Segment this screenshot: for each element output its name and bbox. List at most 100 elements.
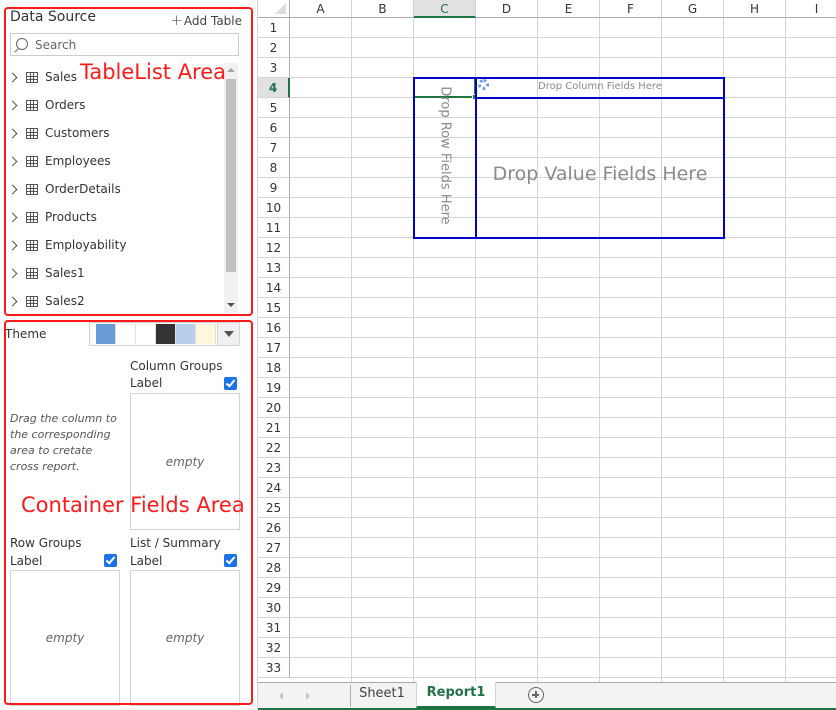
table-list-item[interactable]: Orders — [5, 91, 220, 119]
row-header[interactable]: 32 — [258, 638, 290, 658]
row-header[interactable]: 12 — [258, 238, 290, 258]
row-header[interactable]: 1 — [258, 18, 290, 38]
chevron-right-icon[interactable] — [7, 184, 18, 194]
spreadsheet-grid[interactable]: A B C D E F G H I 1 2 3 4 5 6 7 8 9 10 11 12 13 14 15 16 17 18 19 20… — [258, 0, 836, 682]
sheet-tab-sheet1[interactable]: Sheet1 — [353, 683, 411, 709]
column-header[interactable]: D — [476, 0, 538, 18]
chevron-right-icon[interactable] — [7, 240, 18, 250]
row-header[interactable]: 15 — [258, 298, 290, 318]
column-header[interactable]: A — [290, 0, 352, 18]
theme-picker[interactable] — [89, 322, 240, 346]
table-name: Orders — [45, 98, 86, 112]
row-header[interactable]: 11 — [258, 218, 290, 238]
chevron-right-icon[interactable] — [7, 212, 18, 222]
chevron-right-icon[interactable] — [7, 100, 18, 110]
theme-dropdown-arrow-icon[interactable] — [217, 323, 239, 345]
row-header[interactable]: 29 — [258, 578, 290, 598]
row-header[interactable]: 23 — [258, 458, 290, 478]
add-sheet-icon[interactable] — [528, 687, 544, 703]
theme-swatch[interactable] — [136, 324, 156, 344]
table-search-input[interactable] — [35, 36, 235, 54]
row-header[interactable]: 31 — [258, 618, 290, 638]
sheet-tab-report1[interactable]: Report1 — [416, 682, 496, 708]
report-designer: Data Source +Add Table Sales Orders Custom… — [0, 0, 836, 710]
chevron-right-icon[interactable] — [7, 72, 18, 82]
row-header[interactable]: 5 — [258, 98, 290, 118]
chevron-right-icon[interactable] — [7, 268, 18, 278]
row-header[interactable]: 30 — [258, 598, 290, 618]
row-header[interactable]: 22 — [258, 438, 290, 458]
scroll-up-arrow-icon[interactable] — [227, 68, 235, 72]
row-header[interactable]: 13 — [258, 258, 290, 278]
list-summary-drop-area[interactable]: empty — [130, 570, 240, 706]
theme-swatch[interactable] — [196, 324, 216, 344]
sheet-tab-bar: Sheet1 Report1 — [258, 682, 836, 710]
table-list-item[interactable]: Employees — [5, 147, 220, 175]
table-icon — [26, 99, 38, 111]
row-header[interactable]: 21 — [258, 418, 290, 438]
list-summary-label-checkbox[interactable] — [224, 554, 237, 567]
table-icon — [26, 155, 38, 167]
column-groups-empty-text: empty — [165, 455, 205, 469]
row-header[interactable]: 18 — [258, 358, 290, 378]
column-header[interactable]: F — [600, 0, 662, 18]
table-list-item[interactable]: Products — [5, 203, 220, 231]
table-list-item[interactable]: Sales2 — [5, 287, 220, 313]
row-header[interactable]: 9 — [258, 178, 290, 198]
chevron-right-icon[interactable] — [7, 296, 18, 306]
container-fields-area-annotation: Container Fields Area — [21, 493, 245, 517]
select-all-corner[interactable] — [258, 0, 290, 18]
table-list-item[interactable]: Employability — [5, 231, 220, 259]
table-search-box[interactable] — [10, 33, 239, 56]
row-header[interactable]: 28 — [258, 558, 290, 578]
theme-swatch[interactable] — [156, 324, 176, 344]
add-table-button[interactable]: +Add Table — [170, 11, 242, 29]
column-header[interactable]: B — [352, 0, 414, 18]
column-header[interactable]: G — [662, 0, 724, 18]
row-header[interactable]: 24 — [258, 478, 290, 498]
row-header[interactable]: 3 — [258, 58, 290, 78]
row-groups-drop-area[interactable]: empty — [10, 570, 120, 706]
row-header[interactable]: 17 — [258, 338, 290, 358]
scrollbar-thumb[interactable] — [226, 79, 236, 272]
row-header[interactable]: 6 — [258, 118, 290, 138]
row-header[interactable]: 19 — [258, 378, 290, 398]
chevron-right-icon[interactable] — [7, 156, 18, 166]
next-sheet-arrow-icon[interactable] — [306, 692, 310, 700]
column-header[interactable]: E — [538, 0, 600, 18]
row-header[interactable]: 4 — [258, 78, 290, 98]
row-header[interactable]: 33 — [258, 658, 290, 678]
table-name: OrderDetails — [45, 182, 121, 196]
row-header[interactable]: 8 — [258, 158, 290, 178]
scroll-down-arrow-icon[interactable] — [227, 303, 235, 307]
row-header[interactable]: 16 — [258, 318, 290, 338]
table-list-item[interactable]: Sales1 — [5, 259, 220, 287]
row-header[interactable]: 2 — [258, 38, 290, 58]
column-header[interactable]: H — [724, 0, 786, 18]
chevron-right-icon[interactable] — [7, 128, 18, 138]
row-header[interactable]: 25 — [258, 498, 290, 518]
prev-sheet-arrow-icon[interactable] — [279, 692, 283, 700]
row-header[interactable]: 26 — [258, 518, 290, 538]
table-list-item[interactable]: OrderDetails — [5, 175, 220, 203]
table-icon — [26, 71, 38, 83]
row-header[interactable]: 20 — [258, 398, 290, 418]
row-header[interactable]: 27 — [258, 538, 290, 558]
column-header[interactable]: C — [414, 0, 476, 18]
theme-swatch[interactable] — [116, 324, 136, 344]
table-name: Sales — [45, 70, 77, 84]
table-icon — [26, 183, 38, 195]
column-header[interactable]: I — [786, 0, 836, 18]
list-summary-label-text: Label — [130, 554, 163, 568]
row-groups-label-checkbox[interactable] — [104, 554, 117, 567]
search-icon — [16, 38, 28, 50]
row-header[interactable]: 10 — [258, 198, 290, 218]
theme-swatch[interactable] — [176, 324, 196, 344]
row-header[interactable]: 14 — [258, 278, 290, 298]
table-name: Customers — [45, 126, 110, 140]
row-header[interactable]: 7 — [258, 138, 290, 158]
theme-swatch[interactable] — [96, 324, 116, 344]
table-list-item[interactable]: Customers — [5, 119, 220, 147]
column-groups-label-checkbox[interactable] — [224, 377, 237, 390]
table-list-scrollbar[interactable] — [224, 63, 238, 313]
